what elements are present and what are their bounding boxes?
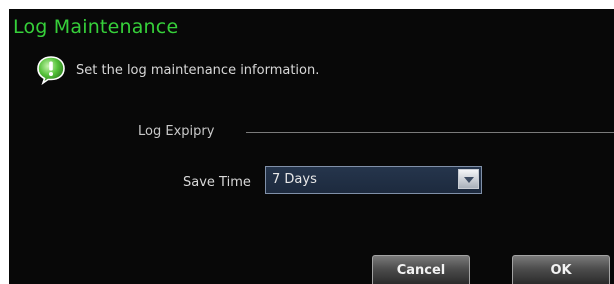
page-title: Log Maintenance [13, 16, 179, 38]
save-time-select[interactable]: 7 Days [265, 166, 482, 194]
section-divider [246, 132, 614, 133]
log-maintenance-panel: Log Maintenance Set the log maintenance … [9, 9, 614, 284]
save-time-value: 7 Days [272, 172, 317, 187]
chevron-down-icon[interactable] [458, 169, 479, 189]
info-bubble-icon [37, 56, 65, 85]
cancel-button[interactable]: Cancel [372, 255, 470, 284]
save-time-label: Save Time [183, 175, 251, 190]
ok-button[interactable]: OK [512, 255, 610, 284]
info-text: Set the log maintenance information. [76, 63, 320, 78]
section-label-log-expiry: Log Expipry [138, 124, 215, 139]
